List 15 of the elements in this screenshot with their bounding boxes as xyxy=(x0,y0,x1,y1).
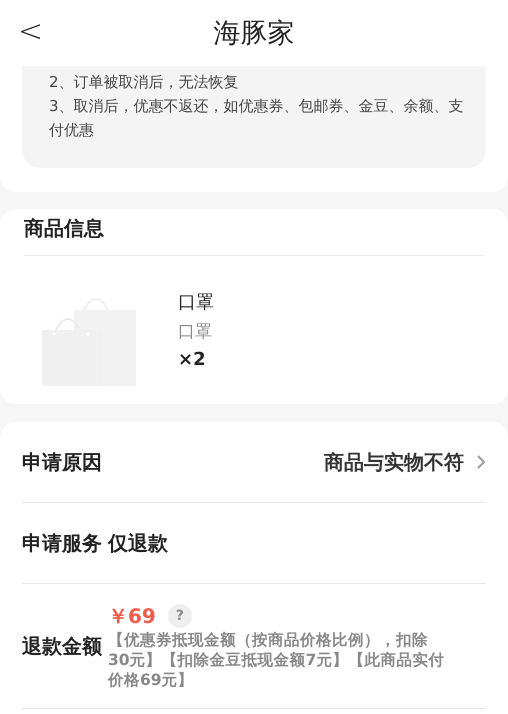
page-title: 海豚家 xyxy=(214,17,294,51)
notice-text: 3、取消后，优惠不返还，如优惠券、包邮券、金豆、余额、支付优惠 xyxy=(49,96,464,141)
product-spec: 口罩 xyxy=(178,321,213,343)
back-button[interactable]: < xyxy=(14,14,48,50)
service-label: 申请服务 xyxy=(22,530,102,556)
refund-label: 退款金额 xyxy=(22,632,102,660)
chevron-icon xyxy=(476,454,486,470)
refund-amount: ￥69 xyxy=(108,602,156,630)
reason-selector[interactable]: 申请原因 商品与实物不符 xyxy=(22,422,486,503)
notice-text: 2、订单被取消后，无法恢复 xyxy=(49,72,240,93)
product-name: 口罩 xyxy=(178,291,214,314)
product-quantity: ×2 xyxy=(178,349,207,370)
section-title: 商品信息 xyxy=(24,209,484,256)
service-value: 仅退款 xyxy=(108,530,168,556)
refund-note: 【优惠券抵现金额（按商品价格比例），扣除30元】【扣除金豆抵现金额7元】【此商品实付价格69元】 xyxy=(108,630,446,690)
